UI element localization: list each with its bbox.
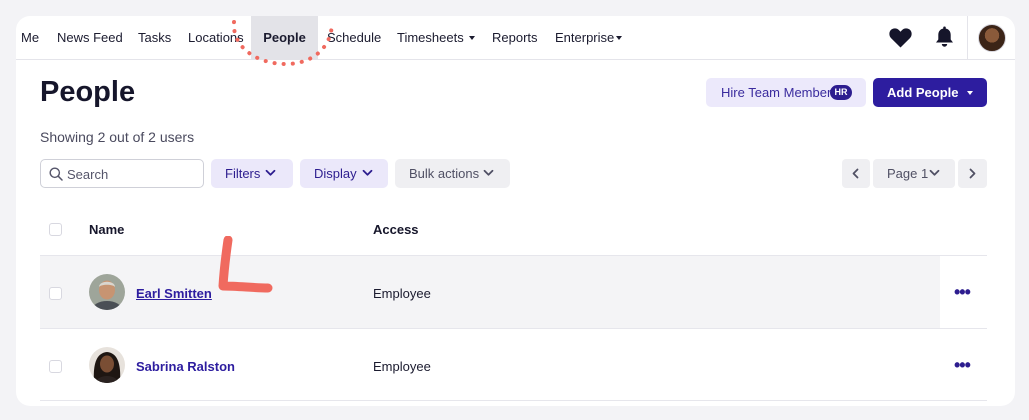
avatar <box>89 274 125 310</box>
chevron-left-icon <box>852 168 859 179</box>
employee-name-link[interactable]: Sabrina Ralston <box>136 359 235 374</box>
search-icon <box>49 167 63 181</box>
nav-item-enterprise[interactable]: Enterprise <box>555 16 623 60</box>
search-box[interactable] <box>40 159 204 188</box>
heart-icon[interactable] <box>889 28 912 48</box>
add-people-button[interactable]: Add People <box>873 78 987 107</box>
nav-item-news-feed[interactable]: News Feed <box>57 16 123 60</box>
chevron-down-icon <box>616 35 623 40</box>
column-header-name[interactable]: Name <box>89 222 124 237</box>
bulk-actions-button[interactable]: Bulk actions <box>395 159 510 188</box>
chevron-down-icon <box>483 169 494 176</box>
previous-page-button[interactable] <box>842 159 870 188</box>
nav-item-people[interactable]: People <box>251 16 318 60</box>
row-divider <box>40 328 987 329</box>
display-label: Display <box>314 166 357 181</box>
select-all-checkbox[interactable] <box>49 223 62 236</box>
nav-item-me[interactable]: Me <box>21 16 39 60</box>
nav-item-tasks[interactable]: Tasks <box>138 16 171 60</box>
next-page-button[interactable] <box>958 159 987 188</box>
avatar <box>89 347 125 383</box>
hire-team-member-label: Hire Team Member <box>721 85 832 100</box>
row-checkbox[interactable] <box>49 287 62 300</box>
display-button[interactable]: Display <box>300 159 388 188</box>
access-cell: Employee <box>373 286 431 301</box>
user-count-summary: Showing 2 out of 2 users <box>40 129 195 145</box>
nav-item-reports[interactable]: Reports <box>492 16 538 60</box>
column-header-access[interactable]: Access <box>373 222 419 237</box>
page-title: People <box>40 76 136 108</box>
chevron-down-icon <box>265 169 276 176</box>
bell-icon[interactable] <box>935 26 954 48</box>
user-avatar[interactable] <box>978 24 1006 52</box>
chevron-down-icon <box>929 169 940 176</box>
row-more-icon[interactable]: ••• <box>954 282 971 303</box>
filters-label: Filters <box>225 166 261 181</box>
row-divider <box>40 400 987 401</box>
nav-divider <box>967 16 968 60</box>
nav-item-schedule[interactable]: Schedule <box>327 16 381 60</box>
bulk-actions-label: Bulk actions <box>409 166 480 181</box>
chevron-down-icon <box>362 169 373 176</box>
hr-badge: HR <box>830 85 852 100</box>
access-cell: Employee <box>373 359 431 374</box>
nav-item-enterprise-label: Enterprise <box>555 30 615 45</box>
chevron-right-icon <box>969 168 976 179</box>
employee-name-link[interactable]: Earl Smitten <box>136 286 212 301</box>
chevron-down-icon <box>966 90 973 95</box>
filters-button[interactable]: Filters <box>211 159 293 188</box>
add-people-label: Add People <box>887 85 959 100</box>
page-select[interactable]: Page 1 <box>873 159 955 188</box>
people-page-card: Me News Feed Tasks Locations People Sche… <box>16 16 1015 406</box>
nav-item-timesheets-label: Timesheets <box>397 30 464 45</box>
nav-item-locations[interactable]: Locations <box>188 16 244 60</box>
page-select-label: Page 1 <box>887 166 929 181</box>
row-more-icon[interactable]: ••• <box>954 355 971 376</box>
search-input[interactable] <box>67 165 197 183</box>
nav-item-timesheets[interactable]: Timesheets <box>397 16 475 60</box>
chevron-down-icon <box>468 35 475 40</box>
top-nav: Me News Feed Tasks Locations People Sche… <box>16 16 1015 67</box>
row-checkbox[interactable] <box>49 360 62 373</box>
hire-team-member-button[interactable]: Hire Team Member HR <box>706 78 866 107</box>
